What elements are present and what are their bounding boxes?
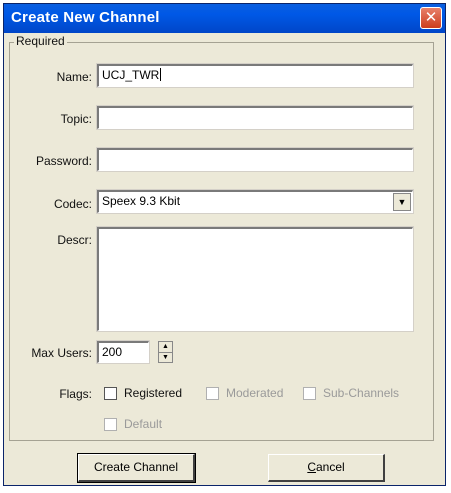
password-field[interactable] (96, 147, 414, 172)
max-users-field[interactable]: 200 (96, 340, 150, 364)
text-caret (160, 68, 162, 81)
sub-channels-label: Sub-Channels (323, 386, 400, 400)
topic-label: Topic: (60, 112, 92, 126)
close-icon[interactable]: ✕ (420, 7, 442, 29)
max-users-label: Max Users: (31, 346, 92, 360)
create-channel-button[interactable]: Create Channel (77, 453, 196, 483)
spin-up-icon[interactable]: ▲ (159, 342, 172, 353)
title-bar[interactable]: Create New Channel ✕ (4, 4, 445, 33)
name-field[interactable]: UCJ_TWR (96, 63, 414, 88)
name-value: UCJ_TWR (102, 68, 160, 82)
default-label: Default (124, 417, 163, 431)
flags-label: Flags: (59, 387, 92, 401)
moderated-checkbox[interactable] (206, 387, 219, 400)
max-users-stepper[interactable]: ▲ ▼ (158, 341, 173, 363)
spin-down-icon[interactable]: ▼ (159, 353, 172, 363)
codec-label: Codec: (53, 197, 92, 211)
password-label: Password: (35, 154, 92, 168)
group-legend: Required (14, 34, 67, 48)
descr-label: Descr: (57, 233, 92, 247)
moderated-label: Moderated (226, 386, 284, 400)
codec-select[interactable]: Speex 9.3 Kbit ▼ (96, 189, 414, 214)
registered-label: Registered (124, 386, 183, 400)
topic-field[interactable] (96, 105, 414, 130)
sub-channels-checkbox[interactable] (303, 387, 316, 400)
descr-textarea[interactable] (96, 226, 414, 332)
cancel-button[interactable]: Cancel (268, 454, 385, 482)
default-checkbox[interactable] (104, 418, 117, 431)
codec-value: Speex 9.3 Kbit (102, 194, 181, 208)
window-title: Create New Channel (11, 9, 160, 26)
chevron-down-icon[interactable]: ▼ (393, 193, 411, 211)
registered-checkbox[interactable] (104, 387, 117, 400)
name-label: Name: (56, 70, 92, 84)
